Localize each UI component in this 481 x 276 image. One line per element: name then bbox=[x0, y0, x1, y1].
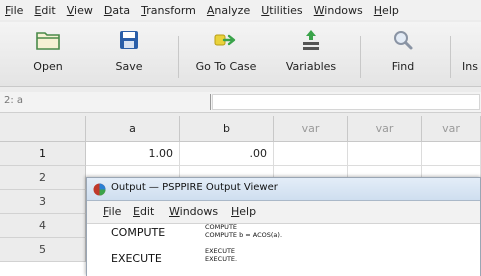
output-menu-file[interactable]: File bbox=[103, 205, 121, 218]
toolbar-separator bbox=[450, 36, 451, 78]
psppire-app-icon bbox=[93, 183, 106, 196]
menu-edit[interactable]: Edit bbox=[29, 4, 61, 17]
output-window-menu-bar: File Edit Windows Help bbox=[87, 201, 480, 224]
insert-button[interactable]: Ins bbox=[462, 28, 481, 82]
grid-corner bbox=[0, 116, 86, 142]
variables-button-label: Variables bbox=[285, 60, 337, 73]
menu-data[interactable]: Data bbox=[99, 4, 136, 17]
cell-bar-divider bbox=[210, 94, 211, 110]
cell-var-1[interactable] bbox=[422, 142, 481, 166]
output-source-line: EXECUTE bbox=[205, 247, 236, 255]
open-button-label: Open bbox=[33, 60, 63, 73]
toolbar: Open Save Go To Case Variables Find Ins bbox=[0, 22, 481, 87]
go-to-case-icon bbox=[214, 34, 236, 46]
output-menu-edit[interactable]: Edit bbox=[133, 205, 154, 218]
column-header-var[interactable]: var bbox=[274, 116, 348, 142]
outline-item-compute[interactable]: COMPUTE bbox=[111, 226, 165, 239]
cell-b-1[interactable]: .00 bbox=[180, 142, 274, 166]
open-button[interactable]: Open bbox=[22, 28, 74, 82]
cell-reference: 2: a bbox=[4, 95, 24, 106]
row-header-2[interactable]: 2 bbox=[0, 166, 86, 190]
go-to-case-button-label: Go To Case bbox=[195, 60, 257, 73]
output-menu-windows[interactable]: Windows bbox=[169, 205, 218, 218]
output-source-line: EXECUTE. bbox=[205, 255, 238, 263]
search-icon bbox=[394, 31, 413, 50]
row-header-3[interactable]: 3 bbox=[0, 190, 86, 214]
column-header-var[interactable]: var bbox=[348, 116, 422, 142]
find-button-label: Find bbox=[391, 60, 415, 73]
menu-utilities[interactable]: Utilities bbox=[256, 4, 308, 17]
menu-windows[interactable]: Windows bbox=[309, 4, 369, 17]
save-button[interactable]: Save bbox=[104, 28, 154, 82]
output-content: COMPUTE COMPUTE COMPUTE b = ACOS(a). EXE… bbox=[87, 224, 480, 276]
find-button[interactable]: Find bbox=[378, 28, 428, 82]
cell-value-input[interactable] bbox=[212, 94, 480, 110]
output-window-title-bar[interactable]: Output — PSPPIRE Output Viewer bbox=[87, 178, 480, 201]
cell-var-1[interactable] bbox=[274, 142, 348, 166]
menu-view[interactable]: View bbox=[62, 4, 99, 17]
insert-button-label: Ins bbox=[462, 60, 478, 73]
cell-entry-bar: 2: a bbox=[0, 92, 481, 113]
output-source-line: COMPUTE b = ACOS(a). bbox=[205, 231, 283, 239]
menu-bar: File Edit View Data Transform Analyze Ut… bbox=[0, 0, 481, 20]
row-header-1[interactable]: 1 bbox=[0, 142, 86, 166]
output-viewer-window: Output — PSPPIRE Output Viewer File Edit… bbox=[86, 177, 481, 276]
menu-help[interactable]: Help bbox=[369, 4, 405, 17]
output-menu-help[interactable]: Help bbox=[231, 205, 256, 218]
go-to-case-button[interactable]: Go To Case bbox=[188, 28, 264, 82]
menu-analyze[interactable]: Analyze bbox=[202, 4, 256, 17]
row-header-4[interactable]: 4 bbox=[0, 214, 86, 238]
menu-transform[interactable]: Transform bbox=[136, 4, 202, 17]
folder-open-icon bbox=[36, 32, 60, 50]
variables-icon bbox=[303, 30, 319, 50]
variables-button[interactable]: Variables bbox=[278, 28, 344, 82]
toolbar-separator bbox=[360, 36, 361, 78]
output-window-title: Output — PSPPIRE Output Viewer bbox=[111, 182, 278, 193]
column-header-b[interactable]: b bbox=[180, 116, 274, 142]
save-button-label: Save bbox=[115, 60, 143, 73]
outline-item-execute[interactable]: EXECUTE bbox=[111, 252, 162, 265]
cell-var-1[interactable] bbox=[348, 142, 422, 166]
column-header-var[interactable]: var bbox=[422, 116, 481, 142]
column-header-a[interactable]: a bbox=[86, 116, 180, 142]
menu-file[interactable]: File bbox=[0, 4, 29, 17]
save-icon bbox=[120, 31, 138, 49]
toolbar-separator bbox=[178, 36, 179, 78]
cell-a-1[interactable]: 1.00 bbox=[86, 142, 180, 166]
output-source-line: COMPUTE bbox=[205, 223, 238, 231]
row-header-5[interactable]: 5 bbox=[0, 238, 86, 262]
